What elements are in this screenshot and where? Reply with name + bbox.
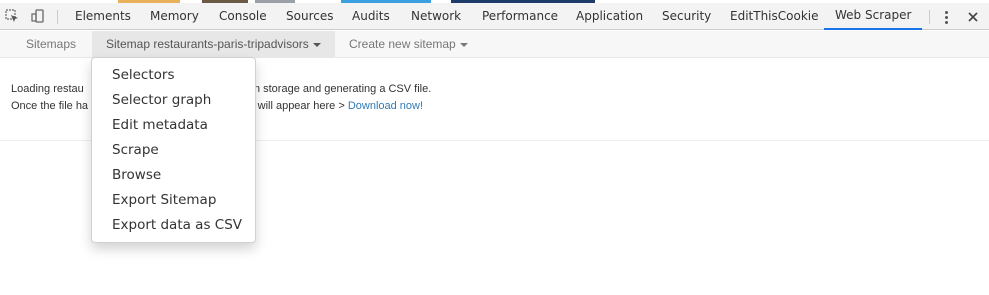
sitemap-dropdown-menu: Selectors Selector graph Edit metadata S…: [91, 57, 256, 243]
create-new-sitemap-label: Create new sitemap: [349, 37, 456, 51]
toolbar-divider: [929, 10, 930, 24]
tab-security[interactable]: Security: [662, 3, 711, 30]
inspect-element-icon[interactable]: [5, 9, 19, 23]
caret-down-icon: [312, 42, 321, 47]
menu-item-selector-graph[interactable]: Selector graph: [92, 88, 255, 113]
menu-item-browse[interactable]: Browse: [92, 163, 255, 188]
menu-item-export-sitemap[interactable]: Export Sitemap: [92, 188, 255, 213]
web-scraper-nav: Sitemaps Sitemap restaurants-paris-tripa…: [0, 31, 989, 58]
tab-sources[interactable]: Sources: [286, 3, 333, 30]
nav-create-new-sitemap[interactable]: Create new sitemap: [349, 31, 468, 58]
close-icon[interactable]: [966, 10, 980, 24]
message-line-2-start: Once the file ha: [11, 100, 89, 112]
nav-current-sitemap[interactable]: Sitemap restaurants-paris-tripadvisors: [92, 31, 335, 58]
tab-elements[interactable]: Elements: [75, 3, 131, 30]
menu-item-export-csv[interactable]: Export data as CSV: [92, 213, 255, 238]
tab-network[interactable]: Network: [411, 3, 461, 30]
current-sitemap-label: Sitemap restaurants-paris-tripadvisors: [106, 37, 309, 51]
menu-item-edit-metadata[interactable]: Edit metadata: [92, 113, 255, 138]
tab-audits[interactable]: Audits: [352, 3, 390, 30]
tab-application[interactable]: Application: [576, 3, 643, 30]
tab-memory[interactable]: Memory: [150, 3, 199, 30]
toolbar-divider: [57, 10, 58, 24]
message-line-1-end: om storage and generating a CSV file.: [244, 83, 432, 95]
menu-item-scrape[interactable]: Scrape: [92, 138, 255, 163]
device-toolbar-icon[interactable]: [31, 9, 45, 23]
message-line-1-start: Loading restau: [11, 83, 84, 95]
nav-sitemaps[interactable]: Sitemaps: [26, 31, 76, 58]
caret-down-icon: [459, 42, 468, 47]
tab-performance[interactable]: Performance: [482, 3, 558, 30]
menu-item-selectors[interactable]: Selectors: [92, 63, 255, 88]
devtools-tab-bar: Elements Memory Console Sources Audits N…: [0, 3, 989, 30]
more-options-icon[interactable]: [940, 9, 952, 25]
tab-editthiscookie[interactable]: EditThisCookie: [730, 3, 819, 30]
tab-web-scraper[interactable]: Web Scraper: [824, 3, 923, 30]
download-now-link[interactable]: Download now!: [348, 100, 423, 112]
tab-console[interactable]: Console: [219, 3, 267, 30]
